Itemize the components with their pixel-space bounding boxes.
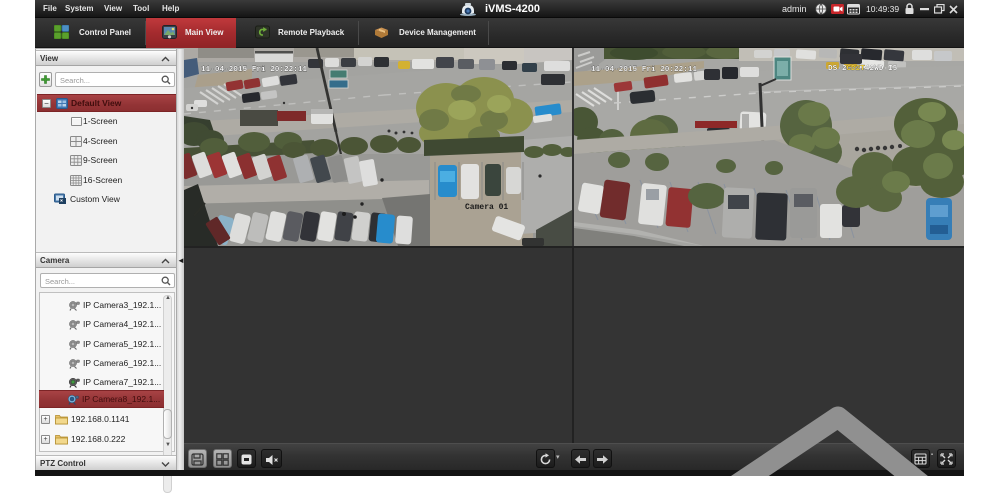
svg-text:DS-2CD2T42WD-I5: DS-2CD2T42WD-I5 [828, 65, 898, 73]
svg-text:Camera 01: Camera 01 [465, 203, 508, 212]
svg-text:11-04-2015 Fri 20:22:11: 11-04-2015 Fri 20:22:11 [201, 66, 307, 74]
